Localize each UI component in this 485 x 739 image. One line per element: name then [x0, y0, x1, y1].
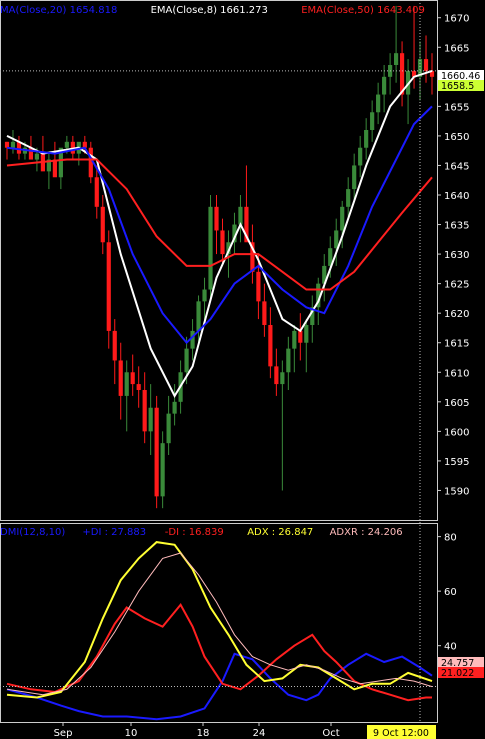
dmi-tick-label: 40 — [444, 642, 457, 653]
candle-body[interactable] — [172, 401, 177, 414]
candle-body[interactable] — [292, 330, 297, 349]
x-tick-label: 10 — [125, 728, 138, 739]
candle-body[interactable] — [112, 330, 117, 361]
dmi-tick-label: 80 — [444, 533, 457, 544]
price-tick-label: 1640 — [444, 191, 469, 202]
price-legend-item: MA(Close,20) 1654.818 — [0, 5, 117, 16]
price-tick-label: 1635 — [444, 221, 469, 232]
price-tick-label: 1590 — [444, 486, 469, 497]
candle-body[interactable] — [64, 141, 69, 148]
candle-body[interactable] — [382, 76, 387, 95]
candle-body[interactable] — [304, 325, 309, 343]
price-tick-label: 1595 — [444, 457, 469, 468]
candle-body[interactable] — [358, 147, 363, 166]
dmi-legend-item: DMI(12,8,10) — [0, 527, 65, 538]
candle-body[interactable] — [52, 159, 57, 178]
price-tick-label: 1610 — [444, 368, 469, 379]
candle-body[interactable] — [214, 206, 219, 231]
x-tick-label: Sep — [54, 728, 73, 739]
price-tick-label: 1630 — [444, 250, 469, 261]
price-tick-label: 1605 — [444, 398, 469, 409]
dmi-legend-item: -DI : 16.839 — [165, 527, 224, 538]
price-tick-label: 1620 — [444, 309, 469, 320]
candle-body[interactable] — [94, 177, 99, 207]
price-tick-label: 1650 — [444, 132, 469, 143]
price-legend-item: EMA(Close,8) 1661.273 — [151, 5, 268, 16]
candle-body[interactable] — [334, 230, 339, 249]
candle-body[interactable] — [208, 206, 213, 290]
dmi-legend-item: +DI : 27.883 — [82, 527, 146, 538]
candle-body[interactable] — [166, 413, 171, 444]
candle-body[interactable] — [256, 271, 261, 302]
price-tick-label: 1600 — [444, 427, 469, 438]
x-tick-label: Oct — [322, 728, 339, 739]
candle-body[interactable] — [148, 407, 153, 432]
candle-body[interactable] — [238, 206, 243, 225]
candle-body[interactable] — [298, 330, 303, 343]
date-label: 9 Oct 12:00 — [373, 728, 429, 739]
candle-body[interactable] — [376, 94, 381, 113]
dmi-legend-item: ADXR : 24.206 — [330, 527, 403, 538]
dmi-value-label: 21.022 — [441, 668, 474, 679]
candle-body[interactable] — [393, 53, 399, 65]
price-tick-label: 1670 — [444, 14, 469, 25]
candle-body[interactable] — [274, 366, 279, 385]
candle-body[interactable] — [130, 372, 135, 385]
candle-body[interactable] — [160, 443, 165, 497]
candle-body[interactable] — [124, 372, 129, 396]
dmi-legend-item: ADX : 26.847 — [247, 527, 313, 538]
price-tick-label: 1665 — [444, 43, 469, 54]
candle-body[interactable] — [184, 348, 189, 373]
candle-body[interactable] — [364, 130, 369, 148]
candle-body[interactable] — [268, 325, 273, 367]
candle-body[interactable] — [106, 242, 111, 331]
price-tick-label: 1625 — [444, 280, 469, 291]
price-legend-item: EMA(Close,50) 1643.409 — [301, 5, 425, 16]
price-tick-label: 1655 — [444, 102, 469, 113]
candle-body[interactable] — [370, 112, 375, 130]
candle-body[interactable] — [220, 230, 225, 255]
candle-body[interactable] — [262, 301, 267, 325]
candle-body[interactable] — [136, 384, 141, 390]
candle-body[interactable] — [340, 206, 345, 231]
candle-body[interactable] — [202, 289, 207, 302]
price-value-label: 1658.5 — [441, 81, 474, 92]
x-tick-label: 18 — [197, 728, 210, 739]
price-tick-label: 1615 — [444, 339, 469, 350]
candle-body[interactable] — [10, 141, 16, 148]
candle-body[interactable] — [286, 348, 291, 373]
candle-body[interactable] — [190, 330, 195, 349]
candle-body[interactable] — [196, 301, 201, 331]
dmi-tick-label: 60 — [444, 587, 457, 598]
price-tick-label: 1645 — [444, 161, 469, 172]
candle-body[interactable] — [280, 372, 285, 385]
candle-body[interactable] — [142, 390, 147, 432]
candle-body[interactable] — [4, 141, 10, 148]
candle-body[interactable] — [423, 59, 429, 71]
candle-body[interactable] — [100, 206, 105, 243]
x-tick-label: 24 — [253, 728, 266, 739]
candle-body[interactable] — [346, 189, 351, 207]
candle-body[interactable] — [154, 407, 159, 497]
candle-body[interactable] — [34, 153, 40, 160]
candle-body[interactable] — [352, 165, 357, 190]
candle-body[interactable] — [118, 360, 123, 396]
trading-chart: 1670166516601655165016451640163516301625… — [0, 0, 485, 739]
